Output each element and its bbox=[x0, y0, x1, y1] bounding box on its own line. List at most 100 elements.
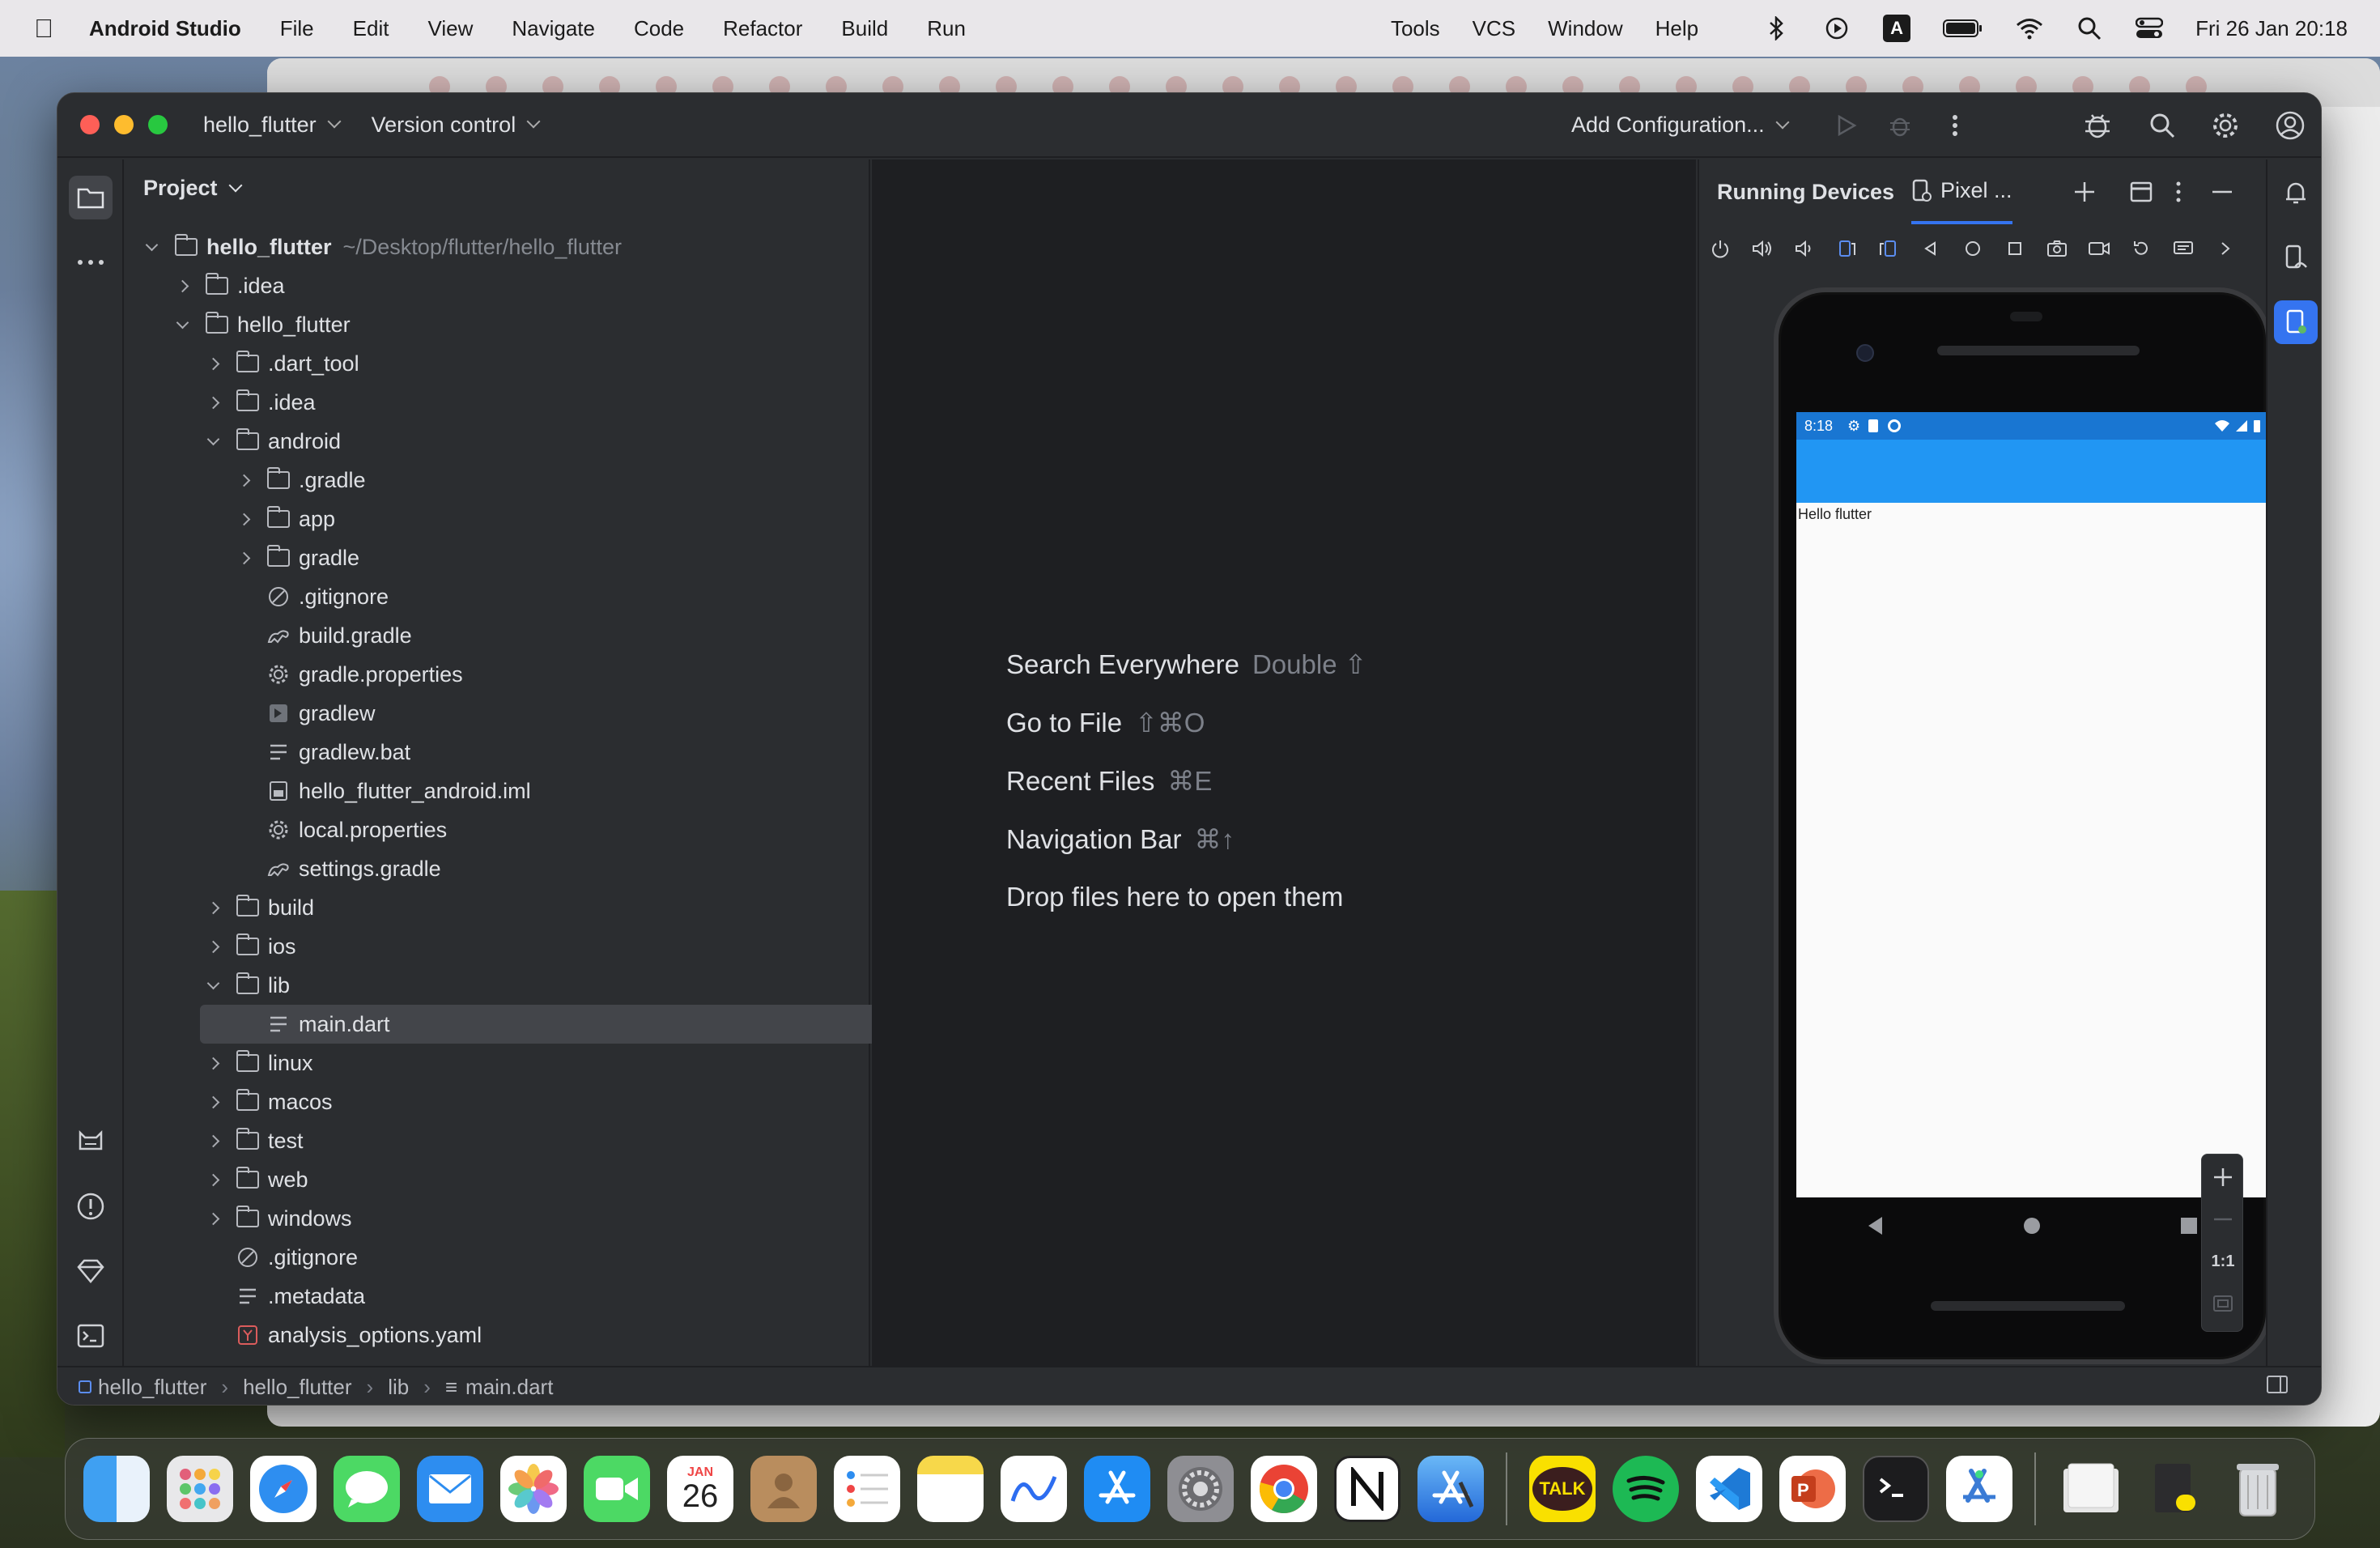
finder-icon[interactable] bbox=[83, 1456, 150, 1522]
menu-refactor[interactable]: Refactor bbox=[723, 16, 802, 41]
chrome-icon[interactable] bbox=[1251, 1456, 1317, 1522]
close-window-button[interactable] bbox=[80, 115, 100, 134]
chevron-down-icon[interactable] bbox=[205, 976, 221, 993]
terminal-icon[interactable] bbox=[1863, 1456, 1929, 1522]
zoom-fit-icon[interactable] bbox=[2207, 1287, 2239, 1320]
volume-down-icon[interactable] bbox=[1783, 232, 1825, 265]
input-source-icon[interactable]: A bbox=[1883, 15, 1911, 42]
spotlight-search-icon[interactable] bbox=[2076, 15, 2103, 42]
powerpoint-icon[interactable]: P bbox=[1779, 1456, 1846, 1522]
chevron-right-icon[interactable] bbox=[236, 550, 252, 566]
chevron-right-icon[interactable] bbox=[174, 278, 190, 294]
tree-item-idea-2[interactable]: .idea bbox=[205, 383, 316, 422]
vscode-icon[interactable] bbox=[1696, 1456, 1762, 1522]
notion-icon[interactable] bbox=[1334, 1456, 1400, 1522]
reminders-icon[interactable] bbox=[834, 1456, 900, 1522]
tree-item-main-dart[interactable]: main.dart bbox=[200, 1005, 906, 1044]
rotate-left-icon[interactable] bbox=[1825, 232, 1868, 265]
back-icon[interactable] bbox=[1910, 232, 1952, 265]
tree-item-build-gradle[interactable]: build.gradle bbox=[266, 616, 412, 655]
chevron-right-icon[interactable] bbox=[205, 1055, 221, 1071]
breadcrumb-file[interactable]: main.dart bbox=[465, 1375, 553, 1400]
tree-item-iml[interactable]: hello_flutter_android.iml bbox=[266, 772, 531, 810]
contacts-icon[interactable] bbox=[750, 1456, 817, 1522]
chevron-down-icon[interactable] bbox=[205, 432, 221, 449]
menu-view[interactable]: View bbox=[427, 16, 473, 41]
tree-item-linux[interactable]: linux bbox=[205, 1044, 313, 1082]
menubar-clock[interactable]: Fri 26 Jan 20:18 bbox=[2195, 16, 2348, 41]
mail-icon[interactable] bbox=[417, 1456, 483, 1522]
project-switcher[interactable]: hello_flutter bbox=[203, 113, 342, 138]
chevron-right-icon[interactable] bbox=[205, 938, 221, 955]
tree-item-build[interactable]: build bbox=[205, 888, 314, 927]
freeform-icon[interactable] bbox=[1001, 1456, 1067, 1522]
kakaotalk-icon[interactable]: TALK bbox=[1529, 1456, 1596, 1522]
device-manager-button[interactable] bbox=[2274, 236, 2318, 279]
chevron-down-icon[interactable] bbox=[143, 238, 159, 255]
mirror-keyboard-icon[interactable] bbox=[2162, 232, 2204, 265]
zoom-in-icon[interactable] bbox=[2207, 1161, 2239, 1193]
menu-code[interactable]: Code bbox=[634, 16, 684, 41]
chevron-right-icon[interactable] bbox=[205, 1133, 221, 1149]
breadcrumb-lib[interactable]: lib bbox=[388, 1375, 409, 1400]
app-quality-tool-button[interactable] bbox=[69, 1249, 113, 1293]
chevron-right-icon[interactable] bbox=[205, 1210, 221, 1227]
menu-run[interactable]: Run bbox=[927, 16, 966, 41]
breadcrumb-folder[interactable]: hello_flutter bbox=[243, 1375, 351, 1400]
tree-item-test[interactable]: test bbox=[205, 1121, 304, 1160]
android-studio-icon[interactable] bbox=[1946, 1456, 2012, 1522]
menu-window[interactable]: Window bbox=[1548, 16, 1622, 41]
notifications-button[interactable] bbox=[2274, 171, 2318, 215]
tree-item-idea[interactable]: .idea bbox=[174, 266, 285, 305]
safari-icon[interactable] bbox=[250, 1456, 317, 1522]
tree-item-gradle-properties[interactable]: gradle.properties bbox=[266, 655, 463, 694]
settings-gear-icon[interactable] bbox=[2209, 109, 2242, 142]
chevron-right-icon[interactable] bbox=[205, 355, 221, 372]
project-view-selector[interactable]: Project bbox=[143, 176, 243, 201]
tree-item-android[interactable]: android bbox=[205, 422, 341, 461]
minimize-panel-icon[interactable] bbox=[2206, 176, 2238, 208]
run-configuration-dropdown[interactable]: Add Configuration... bbox=[1571, 113, 1790, 138]
tree-item-hello-flutter[interactable]: hello_flutter bbox=[174, 305, 351, 344]
screen-record-icon[interactable] bbox=[1823, 15, 1851, 42]
tree-item-local-properties[interactable]: local.properties bbox=[266, 810, 447, 849]
chevron-right-icon[interactable] bbox=[236, 511, 252, 527]
screenshot-icon[interactable] bbox=[2036, 232, 2078, 265]
battery-icon[interactable] bbox=[1943, 15, 1983, 42]
tree-item-macos[interactable]: macos bbox=[205, 1082, 333, 1121]
nav-overview-icon[interactable] bbox=[2180, 1217, 2198, 1235]
minimize-window-button[interactable] bbox=[114, 115, 134, 134]
tree-item-gradle[interactable]: gradle bbox=[236, 538, 359, 577]
wifi-icon[interactable] bbox=[2016, 15, 2043, 42]
screen-record-icon[interactable] bbox=[2078, 232, 2120, 265]
tree-item-settings-gradle[interactable]: settings.gradle bbox=[266, 849, 441, 888]
tree-item-app[interactable]: app bbox=[236, 500, 335, 538]
photos-icon[interactable] bbox=[500, 1456, 567, 1522]
chevron-right-icon[interactable] bbox=[236, 472, 252, 488]
menu-vcs[interactable]: VCS bbox=[1473, 16, 1515, 41]
tree-item-gitignore[interactable]: .gitignore bbox=[266, 577, 389, 616]
more-vertical-icon[interactable] bbox=[1939, 109, 1971, 142]
menu-file[interactable]: File bbox=[280, 16, 314, 41]
code-with-me-icon[interactable] bbox=[2081, 109, 2114, 142]
version-control-menu[interactable]: Version control bbox=[372, 113, 541, 138]
messages-icon[interactable] bbox=[334, 1456, 400, 1522]
more-vertical-icon[interactable] bbox=[2162, 176, 2195, 208]
tree-item-gradlew[interactable]: gradlew bbox=[266, 694, 376, 733]
chevron-right-icon[interactable] bbox=[2204, 232, 2246, 265]
trash-icon[interactable] bbox=[2225, 1456, 2291, 1522]
tree-item-analysis-options[interactable]: analysis_options.yaml bbox=[236, 1316, 482, 1354]
tree-item-gradlew-bat[interactable]: gradlew.bat bbox=[266, 733, 410, 772]
logcat-tool-button[interactable] bbox=[69, 1120, 113, 1163]
device-tab-pixel[interactable]: Pixel ... bbox=[1911, 159, 2012, 224]
control-center-icon[interactable] bbox=[2136, 15, 2164, 42]
document-stack-icon[interactable] bbox=[2141, 1456, 2208, 1522]
volume-up-icon[interactable] bbox=[1741, 232, 1783, 265]
menu-tools[interactable]: Tools bbox=[1391, 16, 1440, 41]
bluetooth-icon[interactable] bbox=[1763, 15, 1791, 42]
problems-tool-button[interactable] bbox=[69, 1184, 113, 1228]
zoom-window-button[interactable] bbox=[148, 115, 168, 134]
calendar-icon[interactable]: JAN 26 bbox=[667, 1456, 733, 1522]
chevron-down-icon[interactable] bbox=[174, 316, 190, 333]
tree-item-web[interactable]: web bbox=[205, 1160, 308, 1199]
